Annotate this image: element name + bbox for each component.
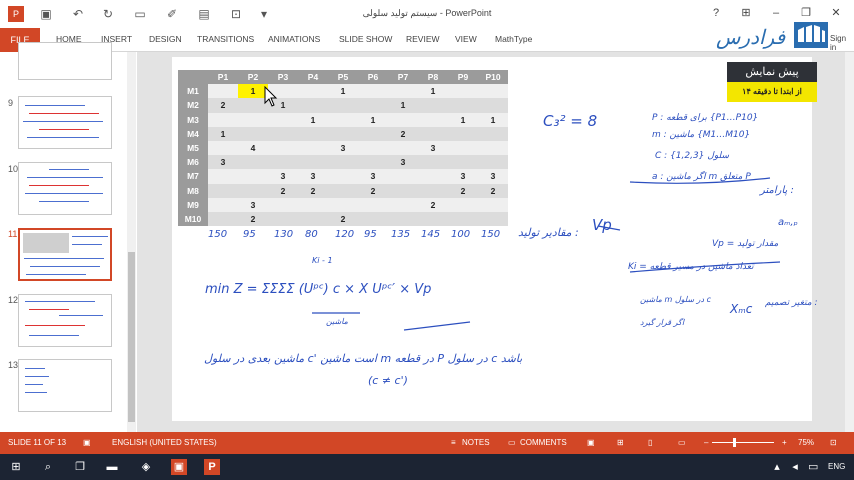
battery-icon[interactable]: ▭ — [808, 459, 818, 475]
status-bar: SLIDE 11 OF 13 ▣ ENGLISH (UNITED STATES)… — [0, 432, 854, 454]
taskbar-language[interactable]: ENG — [828, 462, 845, 471]
zoom-slider[interactable] — [712, 442, 774, 443]
ki-label: Ki - 1 — [312, 256, 333, 265]
comments-button[interactable]: COMMENTS — [520, 438, 567, 447]
language-indicator[interactable]: ENGLISH (UNITED STATES) — [112, 438, 217, 447]
var-x: Xₘc — [729, 302, 753, 316]
demand-10: 150 — [481, 229, 500, 240]
demand-6: 95 — [364, 229, 377, 240]
mashin-label: ماشین — [326, 317, 349, 326]
zoom-in-icon[interactable]: + — [782, 438, 787, 447]
params-label: پارامتر : — [758, 185, 794, 196]
zoom-level[interactable]: 75% — [798, 438, 814, 447]
notes-button[interactable]: NOTES — [462, 438, 490, 447]
volume-icon[interactable]: ◂ — [790, 459, 800, 475]
search-icon[interactable]: ⌕ — [40, 459, 56, 475]
demand-4: 80 — [305, 229, 318, 240]
note-vp: Vp = مقدار تولید — [712, 239, 778, 249]
slideshow-view-icon[interactable]: ▭ — [678, 438, 686, 447]
fit-slide-icon[interactable]: ⊡ — [830, 438, 837, 447]
cc-condition: (c ≠ c') — [368, 374, 408, 387]
objective-function: min Z = ΣΣΣΣ (Uᵖᶜ) c × X Uᵖᶜ′ × Vp — [205, 282, 431, 297]
def-m: m : ماشین {M1…M10} — [652, 130, 750, 140]
demand-8: 145 — [421, 229, 440, 240]
slide-sorter-icon[interactable]: ⊞ — [617, 438, 624, 447]
eq-c32: C₃² = 8 — [543, 112, 597, 130]
demand-5: 120 — [335, 229, 354, 240]
powerpoint-taskbar-icon[interactable]: P — [204, 459, 220, 475]
file-explorer-icon[interactable]: ▬ — [104, 459, 120, 475]
zoom-slider-handle[interactable] — [733, 438, 736, 447]
demand-label: مقادیر تولید : — [518, 226, 579, 239]
var-desc: ماشین m در سلول c — [640, 295, 712, 304]
note-ap: aₘ,ₚ — [778, 217, 798, 228]
var-label: متغیر تصمیم : — [765, 298, 818, 308]
demand-1: 150 — [208, 229, 227, 240]
def-p: P : برای قطعه {P1…P10} — [652, 113, 758, 123]
task-view-icon[interactable]: ❐ — [72, 459, 88, 475]
demand-9: 100 — [451, 229, 470, 240]
windows-start-icon[interactable]: ⊞ — [8, 459, 24, 475]
spellcheck-icon[interactable]: ▣ — [83, 438, 91, 447]
mouse-cursor-icon — [263, 85, 279, 108]
notes-icon[interactable]: ≡ — [451, 438, 456, 447]
def-a: a : اگر ماشین m متعلق P — [652, 170, 751, 182]
var-bin: اگر قرار گیرد — [640, 317, 685, 327]
zoom-out-icon[interactable]: – — [704, 438, 708, 447]
app-icon-1[interactable]: ◈ — [138, 459, 154, 475]
vp-label: Vp — [592, 216, 612, 234]
windows-taskbar: ⊞ ⌕ ❐ ▬ ◈ ▣ P ▴ ◂ ▭ ENG — [0, 454, 854, 480]
handwritten-ink-layer: 150 95 130 80 120 95 135 145 100 150 مقا… — [204, 112, 818, 387]
normal-view-icon[interactable]: ▣ — [587, 438, 595, 447]
demand-7: 135 — [391, 229, 410, 240]
demand-2: 95 — [243, 229, 256, 240]
demand-3: 130 — [274, 229, 293, 240]
def-c: C : سلول {1,2,3} — [655, 151, 729, 161]
reading-view-icon[interactable]: ▯ — [648, 438, 652, 447]
comments-icon[interactable]: ▭ — [508, 438, 516, 447]
slide-counter: SLIDE 11 OF 13 — [8, 438, 67, 447]
bottom-explanation: ماشین بعدی در سلول c' است ماشین m در قطع… — [204, 352, 522, 365]
network-icon[interactable]: ▴ — [772, 459, 782, 475]
screen-recorder-icon[interactable]: ▣ — [171, 459, 187, 475]
